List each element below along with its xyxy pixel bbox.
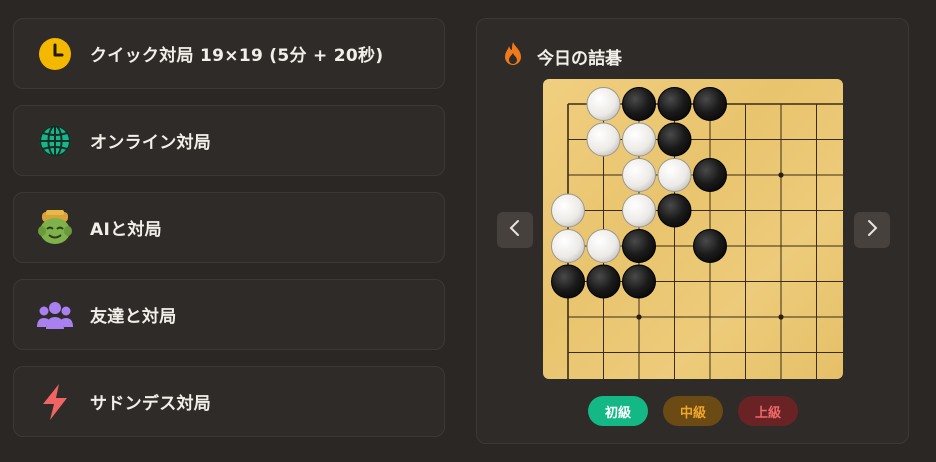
black-stone [622,87,656,121]
difficulty-intermediate-chip[interactable]: 中級 [663,396,723,426]
white-stone [657,158,692,192]
white-stone [622,122,656,157]
online-match-label: オンライン対局 [90,133,212,153]
daily-puzzle-panel: 今日の詰碁 初級 中級 上級 [476,18,909,444]
quick-match-button[interactable]: クイック対局 19×19 (5分 + 20秒) [13,18,445,89]
clock-icon [36,35,74,73]
lightning-icon [36,383,74,421]
black-stone [586,264,621,299]
sudden-death-label: サドンデス対局 [90,394,212,414]
prev-puzzle-button[interactable] [497,212,533,248]
white-stone [622,193,656,228]
black-stone [622,229,656,263]
star-point [636,314,642,320]
difficulty-selector: 初級 中級 上級 [588,396,798,426]
chevron-left-icon [508,219,522,241]
fire-icon [501,41,525,71]
panel-header: 今日の詰碁 [501,41,622,71]
chevron-right-icon [865,219,879,241]
board-grid[interactable] [543,79,843,379]
globe-icon [36,122,74,160]
next-puzzle-button[interactable] [854,212,890,248]
star-point [778,314,784,320]
white-stone [586,229,621,263]
ai-robot-icon [36,209,74,247]
play-menu: クイック対局 19×19 (5分 + 20秒) オンライン対局 AIと対局 友達… [13,18,445,453]
white-stone [586,122,621,157]
white-stone [622,158,656,192]
black-stone [657,122,692,157]
black-stone [693,158,727,192]
go-board[interactable] [543,79,843,379]
friends-icon [36,296,74,334]
star-point [778,172,784,178]
black-stone [693,87,727,121]
quick-match-label: クイック対局 19×19 (5分 + 20秒) [90,46,384,66]
puzzle-title: 今日の詰碁 [537,48,622,69]
black-stone [657,193,692,228]
black-stone [551,264,585,299]
sudden-death-button[interactable]: サドンデス対局 [13,366,445,437]
ai-match-button[interactable]: AIと対局 [13,192,445,263]
white-stone [551,193,585,228]
difficulty-advanced-chip[interactable]: 上級 [738,396,798,426]
black-stone [622,264,656,299]
difficulty-beginner-chip[interactable]: 初級 [588,396,648,426]
ai-match-label: AIと対局 [90,220,162,240]
black-stone [657,87,692,121]
white-stone [551,229,585,263]
black-stone [693,229,727,263]
friend-match-button[interactable]: 友達と対局 [13,279,445,350]
white-stone [586,87,621,121]
friend-match-label: 友達と対局 [90,307,177,327]
online-match-button[interactable]: オンライン対局 [13,105,445,176]
